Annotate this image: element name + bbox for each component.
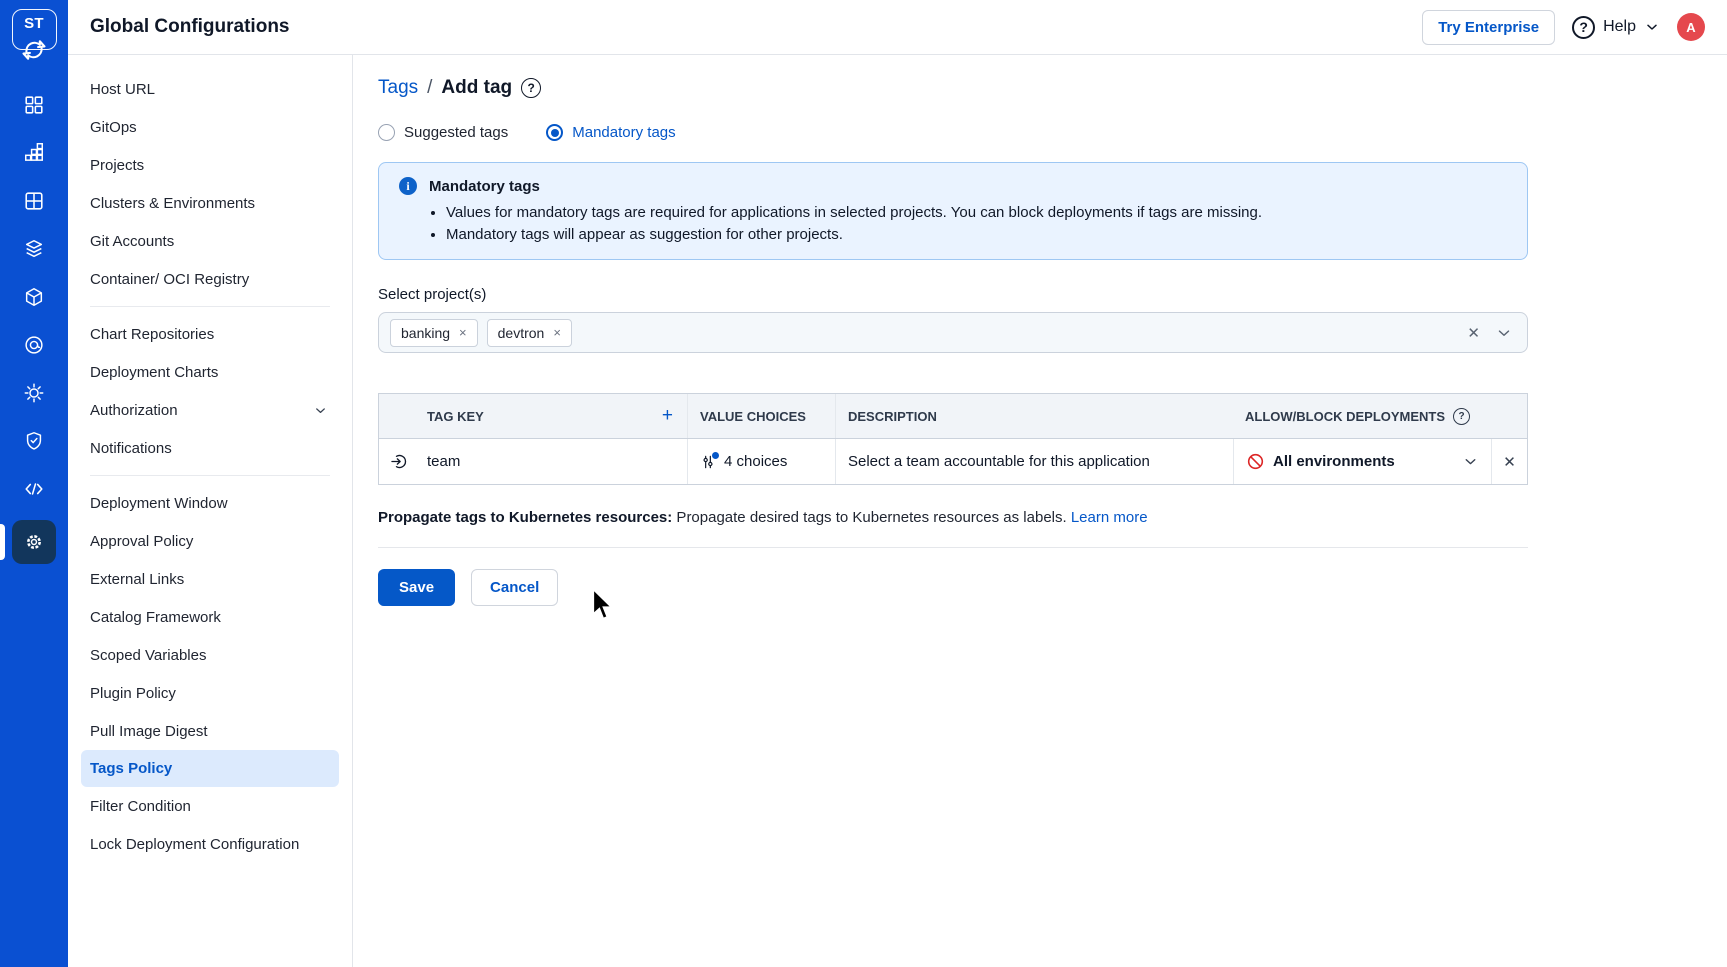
sidebar-item-filter-condition[interactable]: Filter Condition xyxy=(68,787,352,825)
apps-grid-icon[interactable] xyxy=(23,94,45,116)
sidebar-item-lock-deployment-configuration[interactable]: Lock Deployment Configuration xyxy=(68,825,352,863)
info-box-title: Mandatory tags xyxy=(429,178,540,195)
chart-store-icon[interactable] xyxy=(23,238,45,260)
cancel-button[interactable]: Cancel xyxy=(471,569,558,606)
mandatory-tags-info-box: i Mandatory tags Values for mandatory ta… xyxy=(378,162,1528,260)
tag-key-cell[interactable]: team xyxy=(419,439,687,484)
devtron-logo-icon xyxy=(20,36,48,64)
delete-row-icon[interactable]: ✕ xyxy=(1491,439,1527,484)
active-rail-indicator xyxy=(0,524,5,560)
info-bullet: Values for mandatory tags are required f… xyxy=(446,204,1507,221)
sidebar-item-scoped-variables[interactable]: Scoped Variables xyxy=(68,636,352,674)
sidebar-item-projects[interactable]: Projects xyxy=(68,146,352,184)
breadcrumb-tags-link[interactable]: Tags xyxy=(378,77,418,99)
breadcrumb: Tags / Add tag ? xyxy=(378,77,1528,99)
table-header-row: TAG KEY + VALUE CHOICES DESCRIPTION ALLO… xyxy=(379,394,1527,439)
sidebar-item-external-links[interactable]: External Links xyxy=(68,560,352,598)
page-title: Global Configurations xyxy=(90,16,290,38)
help-label: Help xyxy=(1603,18,1636,36)
try-enterprise-button[interactable]: Try Enterprise xyxy=(1422,10,1555,45)
table-row: team 4 choices Select a team accountable… xyxy=(379,439,1527,484)
sidebar-item-deployment-window[interactable]: Deployment Window xyxy=(68,484,352,522)
sidebar-item-tags-policy[interactable]: Tags Policy xyxy=(81,750,339,787)
choices-filter-icon xyxy=(700,454,716,470)
sidebar-item-authorization[interactable]: Authorization xyxy=(68,391,352,429)
chevron-down-icon xyxy=(1644,19,1660,35)
description-cell[interactable]: Select a team accountable for this appli… xyxy=(835,439,1233,484)
user-avatar[interactable]: A xyxy=(1677,13,1705,41)
col-header-tag-key: TAG KEY xyxy=(427,409,484,424)
sidebar-item-plugin-policy[interactable]: Plugin Policy xyxy=(68,674,352,712)
sidebar-divider xyxy=(90,306,330,307)
icon-rail: ST xyxy=(0,0,68,967)
breadcrumb-current: Add tag xyxy=(441,77,512,99)
product-logo-text: ST xyxy=(24,15,44,32)
sidebar-item-container-oci-registry[interactable]: Container/ OCI Registry xyxy=(68,260,352,298)
sidebar-item-catalog-framework[interactable]: Catalog Framework xyxy=(68,598,352,636)
info-icon: i xyxy=(399,177,417,195)
select-projects-label: Select project(s) xyxy=(378,286,1528,303)
sidebar-item-chart-repositories[interactable]: Chart Repositories xyxy=(68,315,352,353)
chip-remove-icon[interactable]: × xyxy=(553,326,561,339)
main-content: Tags / Add tag ? Suggested tags Mandator… xyxy=(353,55,1727,967)
chevron-down-icon xyxy=(1462,453,1479,470)
chip-remove-icon[interactable]: × xyxy=(459,326,467,339)
choices-badge-dot xyxy=(712,452,719,459)
radio-mandatory-tags[interactable]: Mandatory tags xyxy=(546,124,675,141)
sidebar-item-gitops[interactable]: GitOps xyxy=(68,108,352,146)
project-chip: banking × xyxy=(390,319,478,347)
help-icon[interactable]: ? xyxy=(521,78,541,98)
value-choices-cell[interactable]: 4 choices xyxy=(687,439,835,484)
security-shield-icon[interactable] xyxy=(23,430,45,452)
app-header: Global Configurations Try Enterprise ? H… xyxy=(68,0,1727,55)
sidebar-item-host-url[interactable]: Host URL xyxy=(68,70,352,108)
project-multiselect[interactable]: banking × devtron × ✕ xyxy=(378,312,1528,353)
allow-block-dropdown[interactable]: All environments xyxy=(1233,439,1491,484)
sidebar-item-clusters-environments[interactable]: Clusters & Environments xyxy=(68,184,352,222)
propagate-note-bold: Propagate tags to Kubernetes resources: xyxy=(378,509,672,526)
sidebar-divider xyxy=(90,475,330,476)
chevron-down-icon xyxy=(313,403,328,418)
sidebar-item-pull-image-digest[interactable]: Pull Image Digest xyxy=(68,712,352,750)
propagate-note-text: Propagate desired tags to Kubernetes res… xyxy=(672,509,1071,526)
footer-divider xyxy=(378,547,1528,548)
save-button[interactable]: Save xyxy=(378,569,455,606)
application-groups-icon[interactable] xyxy=(23,190,45,212)
help-menu[interactable]: ? Help xyxy=(1572,16,1660,39)
sidebar-item-notifications[interactable]: Notifications xyxy=(68,429,352,467)
radio-circle-icon xyxy=(378,124,395,141)
sidebar-item-git-accounts[interactable]: Git Accounts xyxy=(68,222,352,260)
propagate-note: Propagate tags to Kubernetes resources: … xyxy=(378,509,1528,526)
info-bullet: Mandatory tags will appear as suggestion… xyxy=(446,226,1507,243)
jobs-icon[interactable] xyxy=(23,142,45,164)
col-header-value-choices: VALUE CHOICES xyxy=(687,394,835,438)
col-header-allow-block: ALLOW/BLOCK DEPLOYMENTS xyxy=(1245,409,1445,424)
help-icon[interactable]: ? xyxy=(1453,408,1470,425)
breadcrumb-separator: / xyxy=(427,77,432,99)
radio-circle-selected-icon xyxy=(546,124,563,141)
project-chip: devtron × xyxy=(487,319,572,347)
bulk-edit-icon[interactable] xyxy=(23,334,45,356)
add-tag-row-icon[interactable]: + xyxy=(662,405,673,427)
operations-icon[interactable] xyxy=(23,382,45,404)
radio-suggested-tags[interactable]: Suggested tags xyxy=(378,124,508,141)
propagate-tag-icon[interactable] xyxy=(379,439,419,484)
learn-more-link[interactable]: Learn more xyxy=(1071,509,1148,526)
help-icon: ? xyxy=(1572,16,1595,39)
clear-all-icon[interactable]: ✕ xyxy=(1467,324,1480,342)
settings-icon[interactable] xyxy=(12,520,56,564)
mandatory-tags-table: TAG KEY + VALUE CHOICES DESCRIPTION ALLO… xyxy=(378,393,1528,485)
sidebar-item-deployment-charts[interactable]: Deployment Charts xyxy=(68,353,352,391)
chevron-down-icon[interactable] xyxy=(1495,324,1513,342)
tag-type-radio-group: Suggested tags Mandatory tags xyxy=(378,124,1528,141)
packages-icon[interactable] xyxy=(23,286,45,308)
block-icon xyxy=(1246,452,1265,471)
settings-sidebar: Host URL GitOps Projects Clusters & Envi… xyxy=(68,55,353,967)
sidebar-item-approval-policy[interactable]: Approval Policy xyxy=(68,522,352,560)
col-header-description: DESCRIPTION xyxy=(835,394,1233,438)
code-icon[interactable] xyxy=(23,478,45,500)
